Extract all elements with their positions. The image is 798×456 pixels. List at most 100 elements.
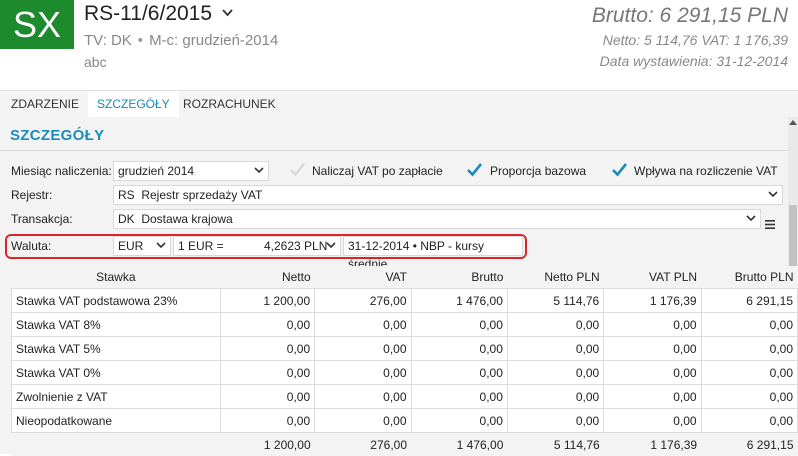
table-row[interactable]: Stawka VAT podstawowa 23% 1 200,00 276,0… (12, 289, 798, 313)
cell-netto[interactable]: 0,00 (220, 385, 314, 409)
vat-settlement-checkbox[interactable] (610, 161, 628, 179)
total-brutto: 1 476,00 (411, 433, 507, 456)
cell-brutto[interactable]: 0,00 (411, 337, 507, 361)
cell-vat-pln[interactable]: 0,00 (604, 385, 701, 409)
table-row[interactable]: Zwolnienie z VAT 0,00 0,00 0,00 0,00 0,0… (12, 385, 798, 409)
table-row[interactable]: Nieopodatkowane 0,00 0,00 0,00 0,00 0,00… (12, 409, 798, 433)
cell-brutto-pln[interactable]: 0,00 (701, 361, 797, 385)
tab-rozrachunek[interactable]: ROZRACHUNEK (174, 91, 285, 117)
document-header: SX RS-11/6/2015 TV: DK•M-c: grudzień-201… (0, 0, 798, 88)
cell-brutto[interactable]: 0,00 (411, 385, 507, 409)
currency-value: EUR (118, 239, 143, 253)
vat-settlement-label: Wpływa na rozliczenie VAT (634, 164, 778, 178)
vat-rates-table: Stawka Netto VAT Brutto Netto PLN VAT PL… (11, 266, 798, 456)
separator-dot: • (138, 32, 143, 49)
document-mc: M-c: grudzień-2014 (149, 32, 278, 49)
cell-netto-pln[interactable]: 0,00 (507, 361, 603, 385)
cell-brutto[interactable]: 0,00 (411, 313, 507, 337)
document-title[interactable]: RS-11/6/2015 (84, 2, 233, 26)
cell-brutto[interactable]: 0,00 (411, 409, 507, 433)
cell-netto[interactable]: 0,00 (220, 337, 314, 361)
cell-vat[interactable]: 0,00 (315, 313, 411, 337)
section-title: SZCZEGÓŁY (10, 127, 104, 144)
cell-vat[interactable]: 276,00 (315, 289, 411, 313)
tab-szczegoly[interactable]: SZCZEGÓŁY (88, 91, 179, 118)
cell-vat-pln[interactable]: 0,00 (604, 313, 701, 337)
base-proportion-checkbox[interactable] (465, 161, 483, 179)
vat-after-payment-label: Naliczaj VAT po zapłacie (312, 164, 443, 178)
cell-brutto[interactable]: 1 476,00 (411, 289, 507, 313)
cell-brutto-pln[interactable]: 0,00 (701, 409, 797, 433)
cell-vat[interactable]: 0,00 (315, 385, 411, 409)
tab-bar: ZDARZENIE SZCZEGÓŁY ROZRACHUNEK (0, 90, 798, 118)
total-netto: 1 200,00 (220, 433, 314, 456)
column-header-vat-pln: VAT PLN (604, 266, 701, 289)
cell-netto[interactable]: 0,00 (220, 409, 314, 433)
cell-netto-pln[interactable]: 0,00 (507, 337, 603, 361)
cell-brutto-pln[interactable]: 0,00 (701, 337, 797, 361)
exchange-rate-select[interactable]: 1 EUR = 4,2623 PLN (173, 236, 341, 256)
document-number: RS-11/6/2015 (84, 2, 212, 25)
chevron-down-icon[interactable] (768, 186, 778, 204)
cell-vat[interactable]: 0,00 (315, 409, 411, 433)
transaction-select[interactable]: DK Dostawa krajowa (113, 209, 761, 229)
rate-name: Stawka VAT 8% (12, 313, 221, 337)
table-row[interactable]: Stawka VAT 5% 0,00 0,00 0,00 0,00 0,00 0… (12, 337, 798, 361)
issue-date: Data wystawienia: 31-12-2014 (600, 53, 788, 69)
cell-vat-pln[interactable]: 1 176,39 (604, 289, 701, 313)
cell-brutto[interactable]: 0,00 (411, 361, 507, 385)
cell-netto[interactable]: 1 200,00 (220, 289, 314, 313)
table-row[interactable]: Stawka VAT 0% 0,00 0,00 0,00 0,00 0,00 0… (12, 361, 798, 385)
register-value: Rejestr sprzedaży VAT (141, 188, 262, 202)
cell-vat[interactable]: 0,00 (315, 337, 411, 361)
checkmark-icon (288, 161, 306, 179)
menu-icon[interactable] (765, 214, 775, 233)
rate-name: Zwolnienie z VAT (12, 385, 221, 409)
cell-netto[interactable]: 0,00 (220, 313, 314, 337)
currency-label: Waluta: (11, 239, 51, 253)
totals-label (12, 433, 221, 456)
cell-netto[interactable]: 0,00 (220, 361, 314, 385)
checkmark-icon (465, 161, 483, 179)
cell-netto-pln[interactable]: 0,00 (507, 409, 603, 433)
column-header-netto: Netto (220, 266, 314, 289)
scroll-up-icon[interactable] (788, 117, 798, 129)
tab-zdarzenie[interactable]: ZDARZENIE (2, 91, 88, 117)
cell-netto-pln[interactable]: 5 114,76 (507, 289, 603, 313)
cell-vat-pln[interactable]: 0,00 (604, 337, 701, 361)
column-header-netto-pln: Netto PLN (507, 266, 603, 289)
table-row[interactable]: Stawka VAT 8% 0,00 0,00 0,00 0,00 0,00 0… (12, 313, 798, 337)
cell-vat-pln[interactable]: 0,00 (604, 409, 701, 433)
rate-name: Nieopodatkowane (12, 409, 221, 433)
month-label: Miesiąc naliczenia: (11, 164, 112, 178)
column-header-brutto-pln: Brutto PLN (701, 266, 797, 289)
section-divider (0, 150, 788, 151)
cell-vat[interactable]: 0,00 (315, 361, 411, 385)
cell-brutto-pln[interactable]: 0,00 (701, 313, 797, 337)
register-label: Rejestr: (11, 188, 52, 202)
table-header-row: Stawka Netto VAT Brutto Netto PLN VAT PL… (12, 266, 798, 289)
rate-name: Stawka VAT podstawowa 23% (12, 289, 221, 313)
transaction-value: Dostawa krajowa (141, 212, 232, 226)
cell-netto-pln[interactable]: 0,00 (507, 313, 603, 337)
column-header-brutto: Brutto (411, 266, 507, 289)
chevron-down-icon[interactable] (218, 5, 233, 20)
cell-vat-pln[interactable]: 0,00 (604, 361, 701, 385)
chevron-down-icon[interactable] (156, 237, 166, 255)
rate-value: 4,2623 PLN (264, 237, 327, 255)
chevron-down-icon[interactable] (254, 162, 264, 180)
column-header-stawka: Stawka (12, 266, 221, 289)
totals-row: 1 200,00 276,00 1 476,00 5 114,76 1 176,… (12, 433, 798, 456)
cell-brutto-pln[interactable]: 6 291,15 (701, 289, 797, 313)
chevron-down-icon[interactable] (746, 210, 756, 228)
cell-brutto-pln[interactable]: 0,00 (701, 385, 797, 409)
total-vat-pln: 1 176,39 (604, 433, 701, 456)
chevron-down-icon[interactable] (326, 237, 336, 255)
transaction-label: Transakcja: (11, 212, 73, 226)
vat-after-payment-checkbox[interactable] (288, 161, 306, 179)
rate-source-field[interactable]: 31-12-2014 • NBP - kursy średnie (343, 236, 523, 256)
register-select[interactable]: RS Rejestr sprzedaży VAT (113, 185, 783, 205)
month-select[interactable]: grudzień 2014 (113, 161, 269, 181)
currency-select[interactable]: EUR (113, 236, 171, 256)
cell-netto-pln[interactable]: 0,00 (507, 385, 603, 409)
